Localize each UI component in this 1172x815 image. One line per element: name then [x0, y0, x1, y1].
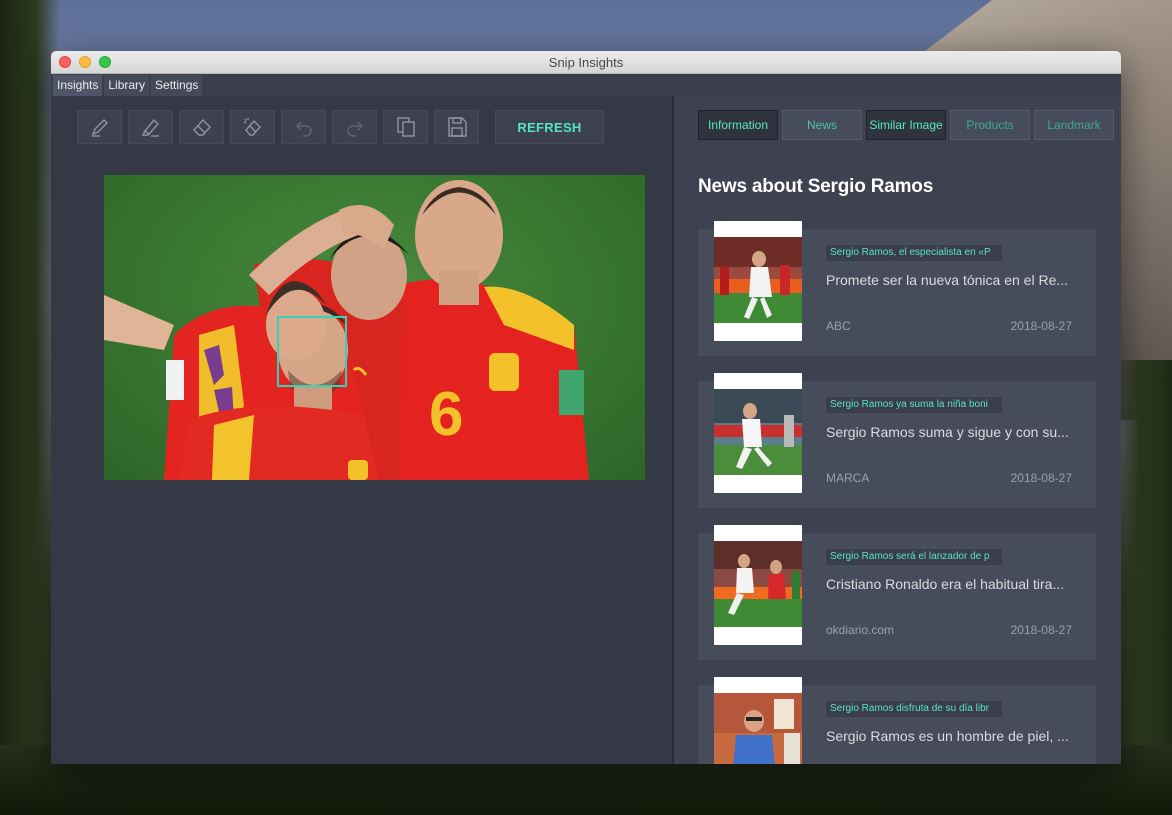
redo-button[interactable] [332, 110, 377, 144]
eraser-tool-button[interactable] [179, 110, 224, 144]
copy-icon [396, 117, 415, 137]
refresh-button[interactable]: REFRESH [495, 110, 604, 144]
news-source: ABC [826, 319, 851, 333]
tab-insights[interactable]: Insights [53, 75, 103, 96]
insights-pane: Information News Similar Image Products … [674, 96, 1121, 764]
news-title[interactable]: Sergio Ramos disfruta de su día libr [826, 701, 1002, 717]
pen-icon [91, 119, 108, 137]
capture-pane: REFRESH 6 [51, 96, 672, 764]
window-title: Snip Insights [548, 55, 624, 70]
news-card[interactable]: Sergio Ramos ya suma la niña boni Sergio… [698, 373, 1096, 508]
redo-icon [346, 121, 363, 137]
undo-icon [295, 121, 312, 137]
svg-text:6: 6 [429, 380, 463, 449]
news-date: 2018-08-27 [1010, 623, 1072, 637]
save-button[interactable] [434, 110, 479, 144]
annotation-toolbar [77, 110, 479, 144]
news-heading: News about Sergio Ramos [698, 176, 934, 197]
news-title[interactable]: Sergio Ramos ya suma la niña boni [826, 397, 1002, 413]
title-bar[interactable]: Snip Insights [51, 51, 1121, 74]
news-source: MARCA [826, 471, 870, 485]
news-description: Sergio Ramos es un hombre de piel, ... [826, 728, 1069, 744]
news-description: Promete ser la nueva tónica en el Re... [826, 272, 1069, 288]
highlighter-icon [141, 118, 159, 137]
news-date: 2018-08-27 [1010, 471, 1072, 485]
copy-button[interactable] [383, 110, 428, 144]
news-source: okdiario.com [826, 623, 895, 637]
clear-all-icon [243, 118, 261, 136]
news-thumbnail [714, 525, 802, 645]
tab-similar-image[interactable]: Similar Image [866, 110, 946, 140]
tab-settings[interactable]: Settings [151, 75, 203, 96]
insight-tab-bar: Information News Similar Image Products … [698, 110, 1114, 140]
app-window: Snip Insights Insights Library Settings [51, 51, 1121, 764]
tab-landmark[interactable]: Landmark [1034, 110, 1114, 140]
players-photo: 6 [104, 180, 589, 480]
highlighter-tool-button[interactable] [128, 110, 173, 144]
news-card[interactable]: Sergio Ramos, el especialista en «P Prom… [698, 221, 1096, 356]
undo-button[interactable] [281, 110, 326, 144]
snipped-image: 6 [104, 175, 645, 480]
news-title[interactable]: Sergio Ramos será el lanzador de p [826, 549, 1002, 565]
tab-products[interactable]: Products [950, 110, 1030, 140]
news-title[interactable]: Sergio Ramos, el especialista en «P [826, 245, 1002, 261]
main-tab-bar: Insights Library Settings [51, 74, 1121, 97]
news-thumbnail [714, 677, 802, 764]
news-thumbnail [714, 373, 802, 493]
news-card[interactable]: Sergio Ramos disfruta de su día libr Ser… [698, 677, 1096, 764]
pen-tool-button[interactable] [77, 110, 122, 144]
tab-library[interactable]: Library [104, 75, 150, 96]
news-card[interactable]: Sergio Ramos será el lanzador de p Crist… [698, 525, 1096, 660]
clear-all-tool-button[interactable] [230, 110, 275, 144]
news-description: Cristiano Ronaldo era el habitual tira..… [826, 576, 1065, 592]
tab-news[interactable]: News [782, 110, 862, 140]
eraser-icon [192, 118, 211, 136]
save-icon [447, 117, 467, 137]
news-date: 2018-08-27 [1010, 319, 1072, 333]
tab-information[interactable]: Information [698, 110, 778, 140]
face-detection-box[interactable] [277, 316, 347, 387]
news-description: Sergio Ramos suma y sigue y con su... [826, 424, 1069, 440]
news-thumbnail [714, 221, 802, 341]
